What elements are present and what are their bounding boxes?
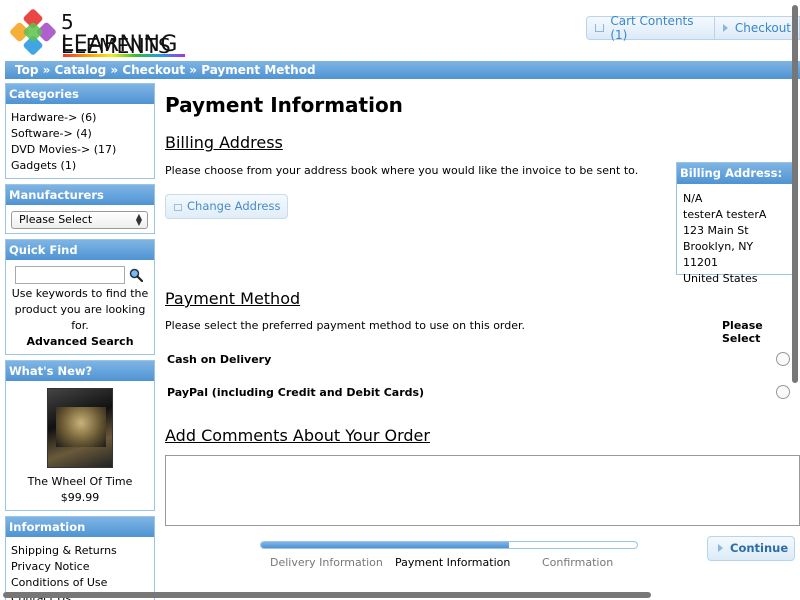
address-line: testerA testerA xyxy=(683,208,767,221)
advanced-search-link[interactable]: Advanced Search xyxy=(10,334,150,350)
step-delivery-information: Delivery Information xyxy=(270,556,383,569)
address-line: Brooklyn, NY 11201 xyxy=(683,240,754,269)
continue-label: Continue xyxy=(730,541,789,555)
checkout-progress-bar xyxy=(260,541,638,549)
cart-icon xyxy=(595,24,605,32)
category-gadgets[interactable]: Gadgets (1) xyxy=(11,158,149,174)
logo-diamond-icon xyxy=(10,9,56,55)
manufacturers-select-value: Please Select xyxy=(19,213,93,226)
payment-option-paypal[interactable]: PayPal (including Credit and Debit Cards… xyxy=(165,381,800,405)
cart-contents-label: Cart Contents (1) xyxy=(610,14,694,42)
whats-new-title: What's New? xyxy=(6,361,154,381)
breadcrumb-text[interactable]: Top » Catalog » Checkout » Payment Metho… xyxy=(15,63,316,77)
change-address-label: Change Address xyxy=(187,199,281,213)
address-line: United States xyxy=(683,272,758,285)
step-confirmation: Confirmation xyxy=(542,556,614,569)
quick-find-input[interactable] xyxy=(15,266,125,284)
category-software[interactable]: Software-> (4) xyxy=(11,126,149,142)
address-line: 123 Main St xyxy=(683,224,749,237)
billing-address-box: Billing Address: N/A testerA testerA 123… xyxy=(676,162,796,285)
vertical-scrollbar[interactable] xyxy=(792,5,798,383)
payment-option-label: Cash on Delivery xyxy=(167,353,272,366)
address-line: N/A xyxy=(683,192,703,205)
arrow-right-icon xyxy=(722,24,728,32)
logo[interactable]: 5 ELEMENTS LEARNING xyxy=(8,6,186,58)
whats-new-box: What's New? The Wheel Of Time $99.99 xyxy=(5,360,155,511)
payment-radio-cod[interactable] xyxy=(776,352,790,366)
billing-address-box-title: Billing Address: xyxy=(677,163,795,184)
category-hardware[interactable]: Hardware-> (6) xyxy=(11,110,149,126)
payment-method-heading: Payment Method xyxy=(165,289,301,308)
product-price: $99.99 xyxy=(60,491,100,504)
sidebar: Categories Hardware-> (6) Software-> (4)… xyxy=(5,83,155,600)
info-privacy-notice[interactable]: Privacy Notice xyxy=(11,559,149,575)
categories-title: Categories xyxy=(6,84,154,104)
page-title: Payment Information xyxy=(165,93,403,117)
home-icon xyxy=(174,204,182,211)
billing-instructions: Please choose from your address book whe… xyxy=(165,164,639,177)
header: 5 ELEMENTS LEARNING Cart Contents (1) Ch… xyxy=(0,0,800,60)
billing-address-heading: Billing Address xyxy=(165,133,283,152)
horizontal-scrollbar[interactable] xyxy=(3,592,651,598)
select-arrows-icon: ▲ ▼ xyxy=(135,212,142,227)
please-select-label: Please Select xyxy=(722,319,763,345)
information-box: Information Shipping & Returns Privacy N… xyxy=(5,516,155,600)
product-image[interactable] xyxy=(47,388,113,468)
step-payment-information: Payment Information xyxy=(395,556,511,569)
logo-underline xyxy=(63,54,185,57)
info-conditions-of-use[interactable]: Conditions of Use xyxy=(11,575,149,591)
product-image-art xyxy=(56,407,106,447)
quick-find-title: Quick Find xyxy=(6,240,154,260)
continue-button[interactable]: Continue xyxy=(707,536,795,561)
quick-find-box: Quick Find Use keywords to find the prod… xyxy=(5,239,155,355)
header-buttons: Cart Contents (1) Checkout xyxy=(586,14,800,42)
checkout-label: Checkout xyxy=(734,21,791,35)
checkout-button[interactable]: Checkout xyxy=(713,17,799,39)
arrow-right-icon xyxy=(718,544,723,552)
payment-option-cod[interactable]: Cash on Delivery xyxy=(165,348,800,372)
categories-box: Categories Hardware-> (6) Software-> (4)… xyxy=(5,83,155,179)
category-dvd-movies[interactable]: DVD Movies-> (17) xyxy=(11,142,149,158)
manufacturers-title: Manufacturers xyxy=(6,185,154,205)
payment-option-label: PayPal (including Credit and Debit Cards… xyxy=(167,386,425,399)
comments-heading: Add Comments About Your Order xyxy=(165,426,430,445)
breadcrumb: Top » Catalog » Checkout » Payment Metho… xyxy=(5,61,800,79)
quick-find-help: Use keywords to find the product you are… xyxy=(11,287,149,332)
checkout-progress-fill xyxy=(261,542,510,548)
information-title: Information xyxy=(6,517,154,537)
cart-contents-button[interactable]: Cart Contents (1) xyxy=(587,14,714,42)
manufacturers-box: Manufacturers Please Select ▲ ▼ xyxy=(5,184,155,234)
change-address-button[interactable]: Change Address xyxy=(165,194,288,219)
comments-textarea[interactable] xyxy=(165,455,800,526)
manufacturers-select[interactable]: Please Select ▲ ▼ xyxy=(11,211,148,229)
payment-radio-paypal[interactable] xyxy=(776,385,790,399)
payment-instructions: Please select the preferred payment meth… xyxy=(165,319,526,332)
magnifier-icon[interactable] xyxy=(129,268,143,282)
info-shipping-returns[interactable]: Shipping & Returns xyxy=(11,543,149,559)
product-name-link[interactable]: The Wheel Of Time xyxy=(10,474,150,490)
